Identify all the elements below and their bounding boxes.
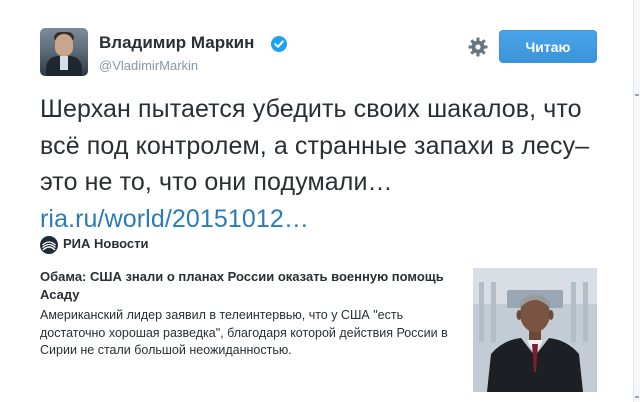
ria-novosti-logo-icon: [40, 236, 58, 254]
card-title[interactable]: Обама: США знали о планах России оказать…: [40, 268, 450, 304]
scrollbar-tick: [635, 94, 639, 96]
scrollbar[interactable]: [633, 0, 640, 402]
follow-button[interactable]: Читаю: [499, 30, 597, 63]
tweet-text: Шерхан пытается убедить своих шакалов, ч…: [40, 91, 600, 237]
tweet-body: Шерхан пытается убедить своих шакалов, ч…: [40, 95, 590, 196]
verified-badge-icon: [271, 36, 287, 52]
card-description: Американский лидер заявил в телеинтервью…: [40, 308, 448, 357]
author-handle[interactable]: @VladimirMarkin: [99, 58, 198, 73]
author-avatar[interactable]: [40, 28, 88, 76]
tweet-link[interactable]: ria.ru/world/20151012…: [40, 205, 309, 233]
scrollbar-tick: [635, 396, 639, 398]
author-name[interactable]: Владимир Маркин: [99, 33, 254, 53]
card-source-name[interactable]: РИА Новости: [63, 236, 149, 251]
gear-icon[interactable]: [468, 37, 488, 57]
card-thumbnail-image[interactable]: [473, 268, 597, 392]
